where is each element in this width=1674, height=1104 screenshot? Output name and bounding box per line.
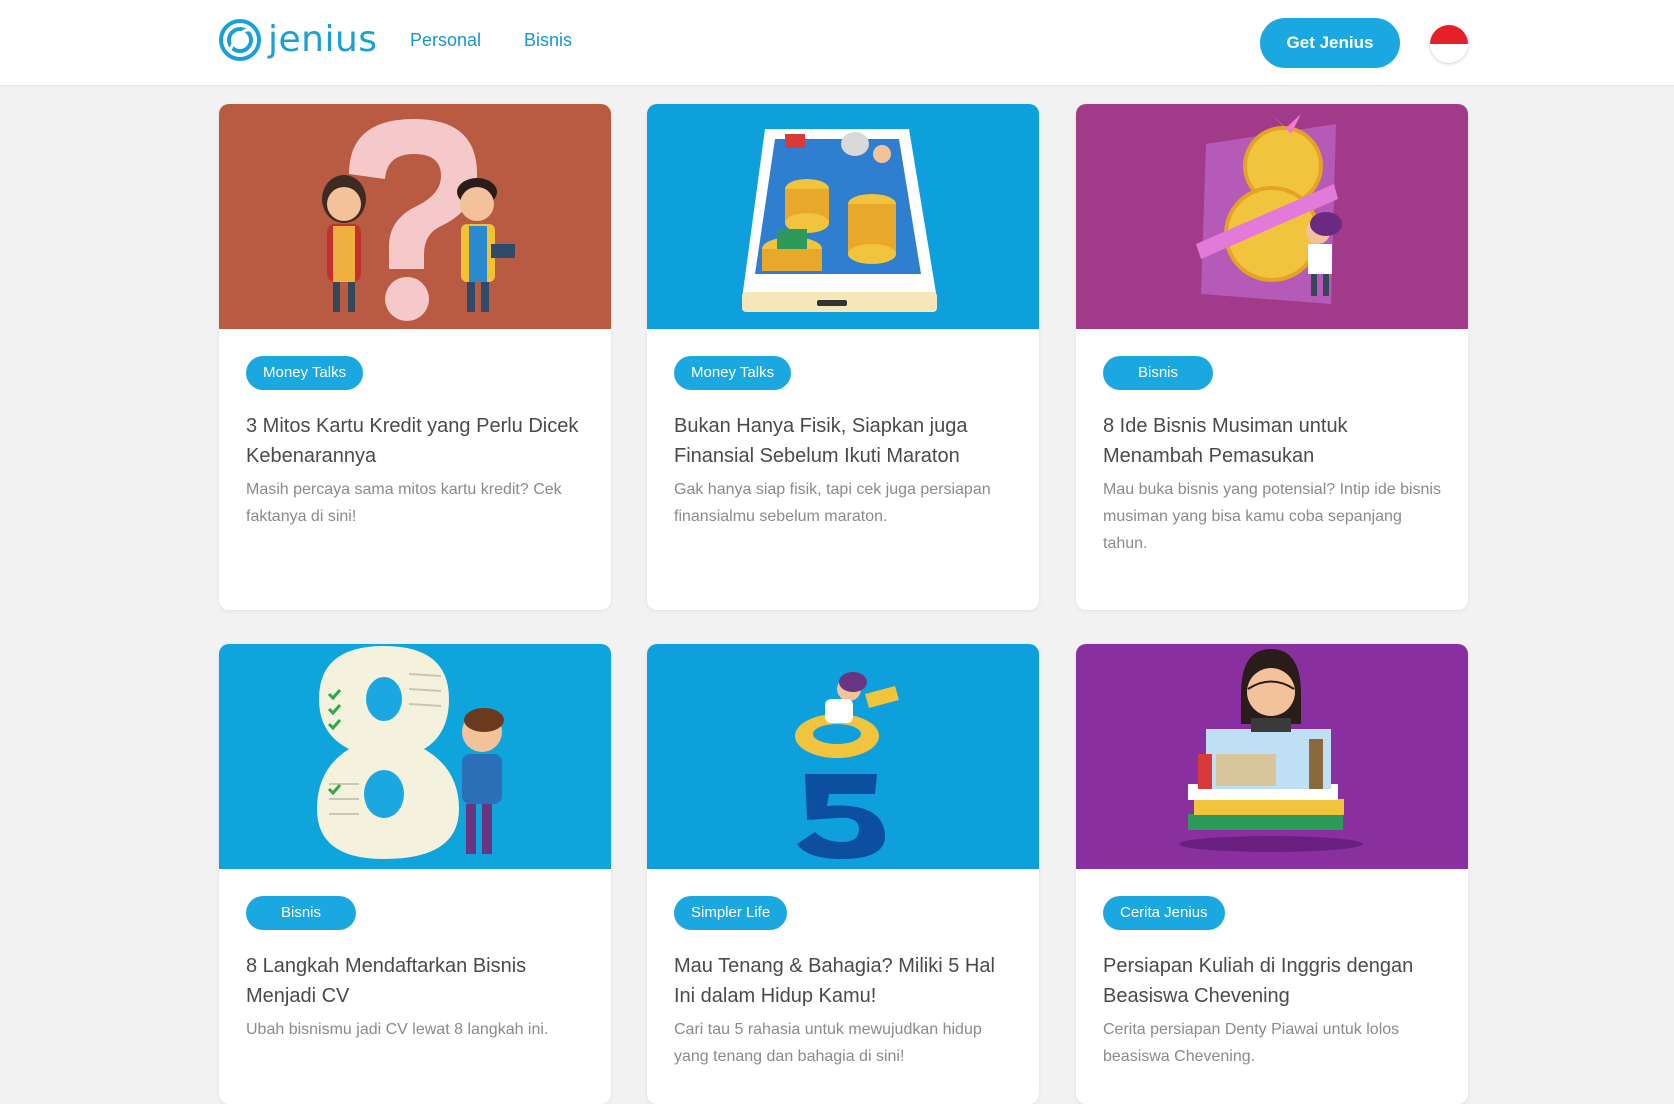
article-title[interactable]: Persiapan Kuliah di Inggris dengan Beasi… xyxy=(1103,951,1443,1011)
category-tag[interactable]: Simpler Life xyxy=(674,896,788,930)
article-card[interactable]: Money Talks Bukan Hanya Fisik, Siapkan j… xyxy=(647,104,1039,610)
article-card[interactable]: Bisnis 8 Langkah Mendaftarkan Bisnis Men… xyxy=(219,644,611,1104)
article-description: Gak hanya siap fisik, tapi cek juga pers… xyxy=(674,481,991,525)
indonesia-flag-icon[interactable] xyxy=(1430,25,1468,63)
article-card[interactable]: Cerita Jenius Persiapan Kuliah di Inggri… xyxy=(1076,644,1468,1104)
article-description: Cari tau 5 rahasia untuk mewujudkan hidu… xyxy=(674,1021,982,1065)
article-image-credit-card-myths xyxy=(219,104,611,329)
category-tag[interactable]: Bisnis xyxy=(246,896,357,930)
jenius-logo-icon xyxy=(219,19,261,61)
article-description: Mau buka bisnis yang potensial? Intip id… xyxy=(1103,481,1441,552)
article-card[interactable]: Bisnis 8 Ide Bisnis Musiman untuk Menamb… xyxy=(1076,104,1468,610)
article-card[interactable]: Simpler Life Mau Tenang & Bahagia? Milik… xyxy=(647,644,1039,1104)
article-title[interactable]: 8 Langkah Mendaftarkan Bisnis Menjadi CV xyxy=(246,951,586,1011)
article-image-register-cv xyxy=(219,644,611,869)
site-header: jenius Personal Bisnis Get Jenius xyxy=(0,0,1674,86)
nav-personal[interactable]: Personal xyxy=(410,30,481,51)
article-description: Cerita persiapan Denty Piawai untuk lolo… xyxy=(1103,1021,1400,1065)
article-title[interactable]: Bukan Hanya Fisik, Siapkan juga Finansia… xyxy=(674,411,1014,471)
article-card[interactable]: Money Talks 3 Mitos Kartu Kredit yang Pe… xyxy=(219,104,611,610)
article-title[interactable]: 3 Mitos Kartu Kredit yang Perlu Dicek Ke… xyxy=(246,411,586,471)
category-tag[interactable]: Bisnis xyxy=(1103,356,1214,390)
article-image-seasonal-business xyxy=(1076,104,1468,329)
article-title[interactable]: 8 Ide Bisnis Musiman untuk Menambah Pema… xyxy=(1103,411,1443,471)
get-jenius-button[interactable]: Get Jenius xyxy=(1260,18,1400,68)
nav-bisnis[interactable]: Bisnis xyxy=(524,30,572,51)
article-image-five-things xyxy=(647,644,1039,869)
category-tag[interactable]: Money Talks xyxy=(674,356,792,390)
category-tag[interactable]: Money Talks xyxy=(246,356,364,390)
article-description: Ubah bisnismu jadi CV lewat 8 langkah in… xyxy=(246,1021,549,1038)
jenius-logo[interactable]: jenius xyxy=(218,18,378,62)
article-image-marathon-finance xyxy=(647,104,1039,329)
article-image-chevening-scholarship xyxy=(1076,644,1468,869)
logo-wordmark: jenius xyxy=(268,19,378,60)
category-tag[interactable]: Cerita Jenius xyxy=(1103,896,1225,930)
article-title[interactable]: Mau Tenang & Bahagia? Miliki 5 Hal Ini d… xyxy=(674,951,1014,1011)
article-description: Masih percaya sama mitos kartu kredit? C… xyxy=(246,481,562,525)
